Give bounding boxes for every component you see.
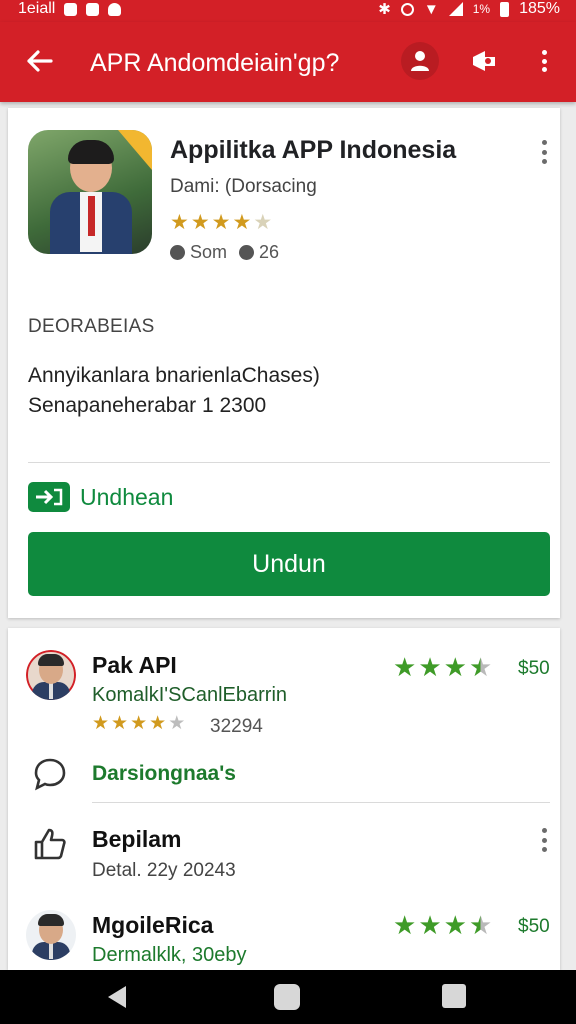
nav-recents-button[interactable] <box>442 984 466 1008</box>
entry-more-icon[interactable] <box>539 828 549 852</box>
star-icon: ★ <box>111 713 129 734</box>
wifi-icon: ▼ <box>423 0 439 18</box>
star-icon: ★ <box>190 211 210 234</box>
review-score: $50 <box>518 916 550 937</box>
reviewer-subtitle: Dermalklk, 30eby <box>92 944 247 966</box>
app-title: Appilitka APP Indonesia <box>170 136 457 164</box>
review-score: $50 <box>518 658 550 679</box>
entry-title: Bepilam <box>92 826 182 852</box>
review-stars: ★ ★ ★ ★ ★ <box>92 714 185 733</box>
entry-date: Detal. 22y 20243 <box>92 860 236 881</box>
star-icon: ★ <box>92 713 110 734</box>
star-empty-icon: ★ <box>253 211 273 234</box>
star-icon: ★ <box>418 652 442 682</box>
review-score-stars: ★ ★ ★ ★ <box>393 912 492 938</box>
app-meta: Som 26 <box>170 242 279 263</box>
description-line-2: Senapaneherabar 1 2300 <box>28 394 267 417</box>
navigation-bar <box>0 970 576 1024</box>
reviews-card: Pak API KomalkI'SCanlEbarrin ★ ★ ★ ★ ★ 3… <box>8 628 560 970</box>
review-count: 32294 <box>210 716 263 737</box>
battery-icon <box>500 1 510 17</box>
app-more-icon[interactable] <box>539 140 549 164</box>
back-arrow-icon <box>27 50 53 72</box>
install-row[interactable]: Undhean <box>28 482 173 512</box>
thumb-up-icon <box>34 828 66 860</box>
app-notification-icon <box>108 2 122 16</box>
more-options-button[interactable] <box>524 41 564 81</box>
star-icon: ★ <box>393 910 417 940</box>
app-rating-stars: ★ ★ ★ ★ ★ <box>170 212 272 233</box>
star-icon: ★ <box>149 713 167 734</box>
app-icon[interactable] <box>28 130 152 254</box>
install-label: Undhean <box>80 483 174 510</box>
avatar[interactable] <box>26 650 76 700</box>
back-button[interactable] <box>22 44 56 78</box>
app-detail-card: Appilitka APP Indonesia Dami: (Dorsacing… <box>8 108 560 618</box>
notification-icon <box>64 2 78 16</box>
nav-back-button[interactable] <box>104 984 132 1010</box>
status-bar: 1eiall ✱ ▼ 1% 185% <box>0 0 576 22</box>
share-button[interactable] <box>464 41 504 81</box>
account-button[interactable] <box>400 41 440 81</box>
alarm-icon <box>400 2 414 16</box>
signal-icon <box>448 2 463 16</box>
star-icon: ★ <box>443 652 467 682</box>
star-icon: ★ <box>211 211 231 234</box>
star-icon: ★ <box>170 211 189 234</box>
install-button[interactable]: Undun <box>28 532 550 596</box>
star-icon: ★ <box>418 910 442 940</box>
app-bar: APR Andomdeiain'gp? <box>0 22 576 102</box>
divider <box>92 802 550 803</box>
avatar[interactable] <box>26 910 76 960</box>
reviewer-name: MgoileRica <box>92 912 214 938</box>
nav-home-button[interactable] <box>274 984 300 1010</box>
description-heading: DEORABEIAS <box>28 316 155 337</box>
share-icon <box>473 51 495 71</box>
star-icon: ★ <box>443 910 467 940</box>
reviewer-subtitle: KomalkI'SCanlEbarrin <box>92 684 288 706</box>
app-bar-title: APR Andomdeiain'gp? <box>90 49 340 77</box>
message-icon <box>86 2 100 16</box>
bluetooth-icon: ✱ <box>378 1 391 18</box>
review-score-stars: ★ ★ ★ ★ <box>393 654 492 680</box>
carrier-label: 1eiall <box>18 0 56 17</box>
app-developer: Dami: (Dorsacing <box>170 176 317 197</box>
app-size: Som <box>190 242 228 262</box>
star-half-icon: ★ <box>468 652 493 682</box>
install-icon <box>28 482 70 512</box>
star-half-icon: ★ <box>468 910 493 940</box>
star-empty-icon: ★ <box>168 713 186 734</box>
discussion-link[interactable]: Darsiongnaa's <box>92 762 236 786</box>
person-icon <box>411 51 429 71</box>
description-line-1: Annyikanlara bnarienlaChases) <box>28 364 320 387</box>
percent-small-label: 1% <box>472 2 491 16</box>
star-icon: ★ <box>393 652 417 682</box>
comment-icon <box>34 758 66 791</box>
reviewer-name: Pak API <box>92 652 177 678</box>
more-vert-icon <box>539 50 549 72</box>
app-count: 26 <box>259 242 280 262</box>
star-icon: ★ <box>232 211 252 234</box>
star-icon: ★ <box>130 713 148 734</box>
storage-icon <box>170 245 185 260</box>
battery-level: 185% <box>519 0 560 17</box>
divider <box>28 462 550 463</box>
download-count-icon <box>239 245 255 260</box>
badge-icon <box>118 130 152 170</box>
